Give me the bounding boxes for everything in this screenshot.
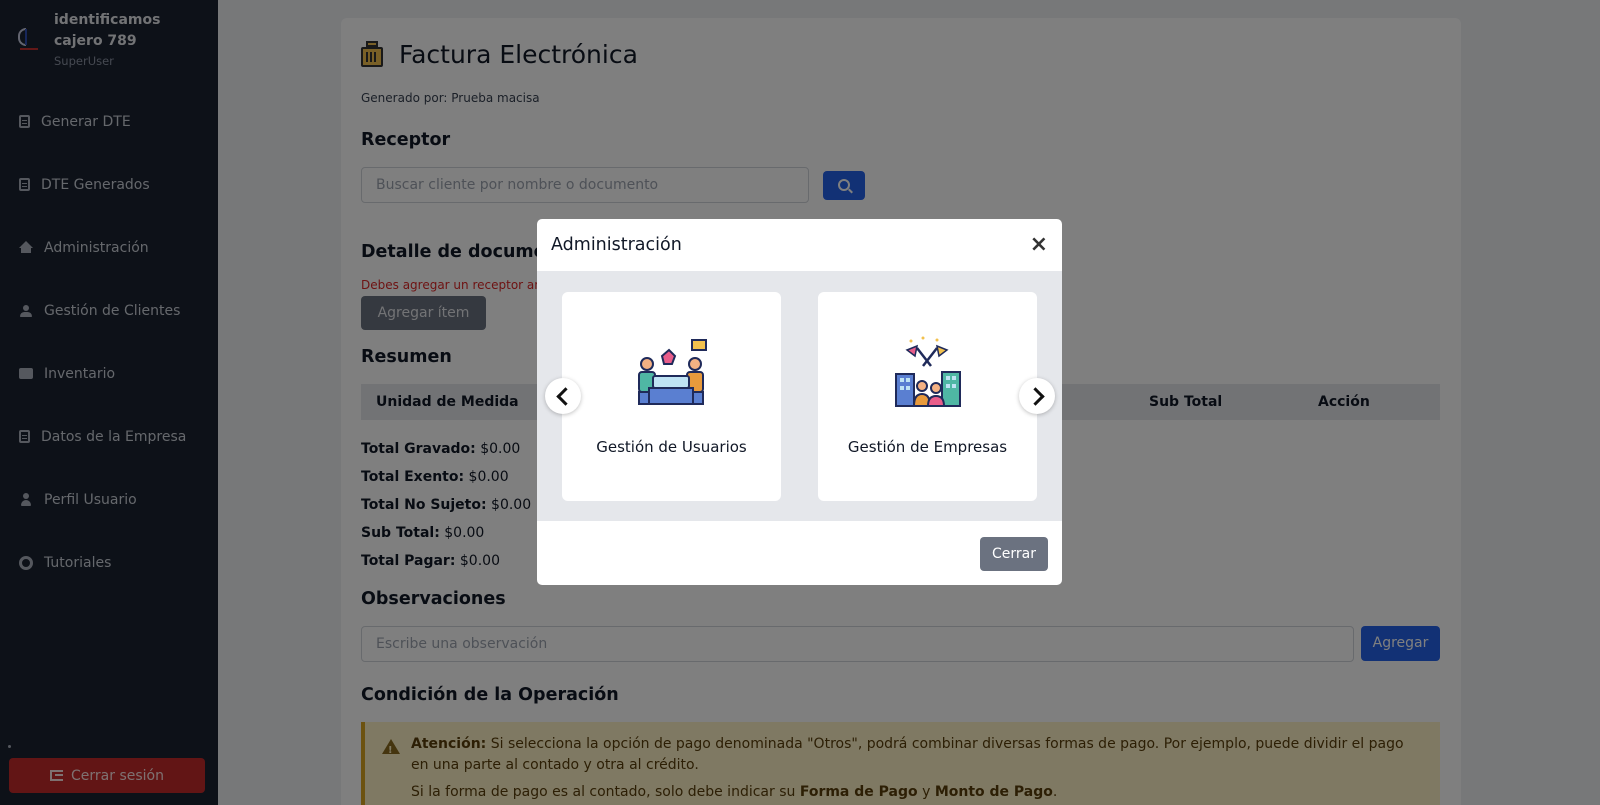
carousel-next-button[interactable] <box>1019 378 1055 414</box>
modal-header: Administración × <box>537 219 1062 271</box>
company-buildings-icon <box>895 336 961 407</box>
modal-title: Administración <box>551 235 682 255</box>
modal-footer: Cerrar <box>537 521 1062 585</box>
card-gestion-usuarios[interactable]: Gestión de Usuarios <box>562 292 781 501</box>
card-label: Gestión de Usuarios <box>596 438 747 456</box>
carousel-prev-button[interactable] <box>545 378 581 414</box>
admin-modal: Administración × Gestión de Usuarios Ges… <box>537 219 1062 585</box>
close-button[interactable]: Cerrar <box>980 537 1048 571</box>
card-gestion-empresas[interactable]: Gestión de Empresas <box>818 292 1037 501</box>
team-meeting-icon <box>638 339 707 405</box>
close-icon[interactable]: × <box>1030 234 1048 256</box>
card-label: Gestión de Empresas <box>847 438 1008 456</box>
modal-carousel: Gestión de Usuarios Gestión de Empresas <box>537 271 1062 521</box>
